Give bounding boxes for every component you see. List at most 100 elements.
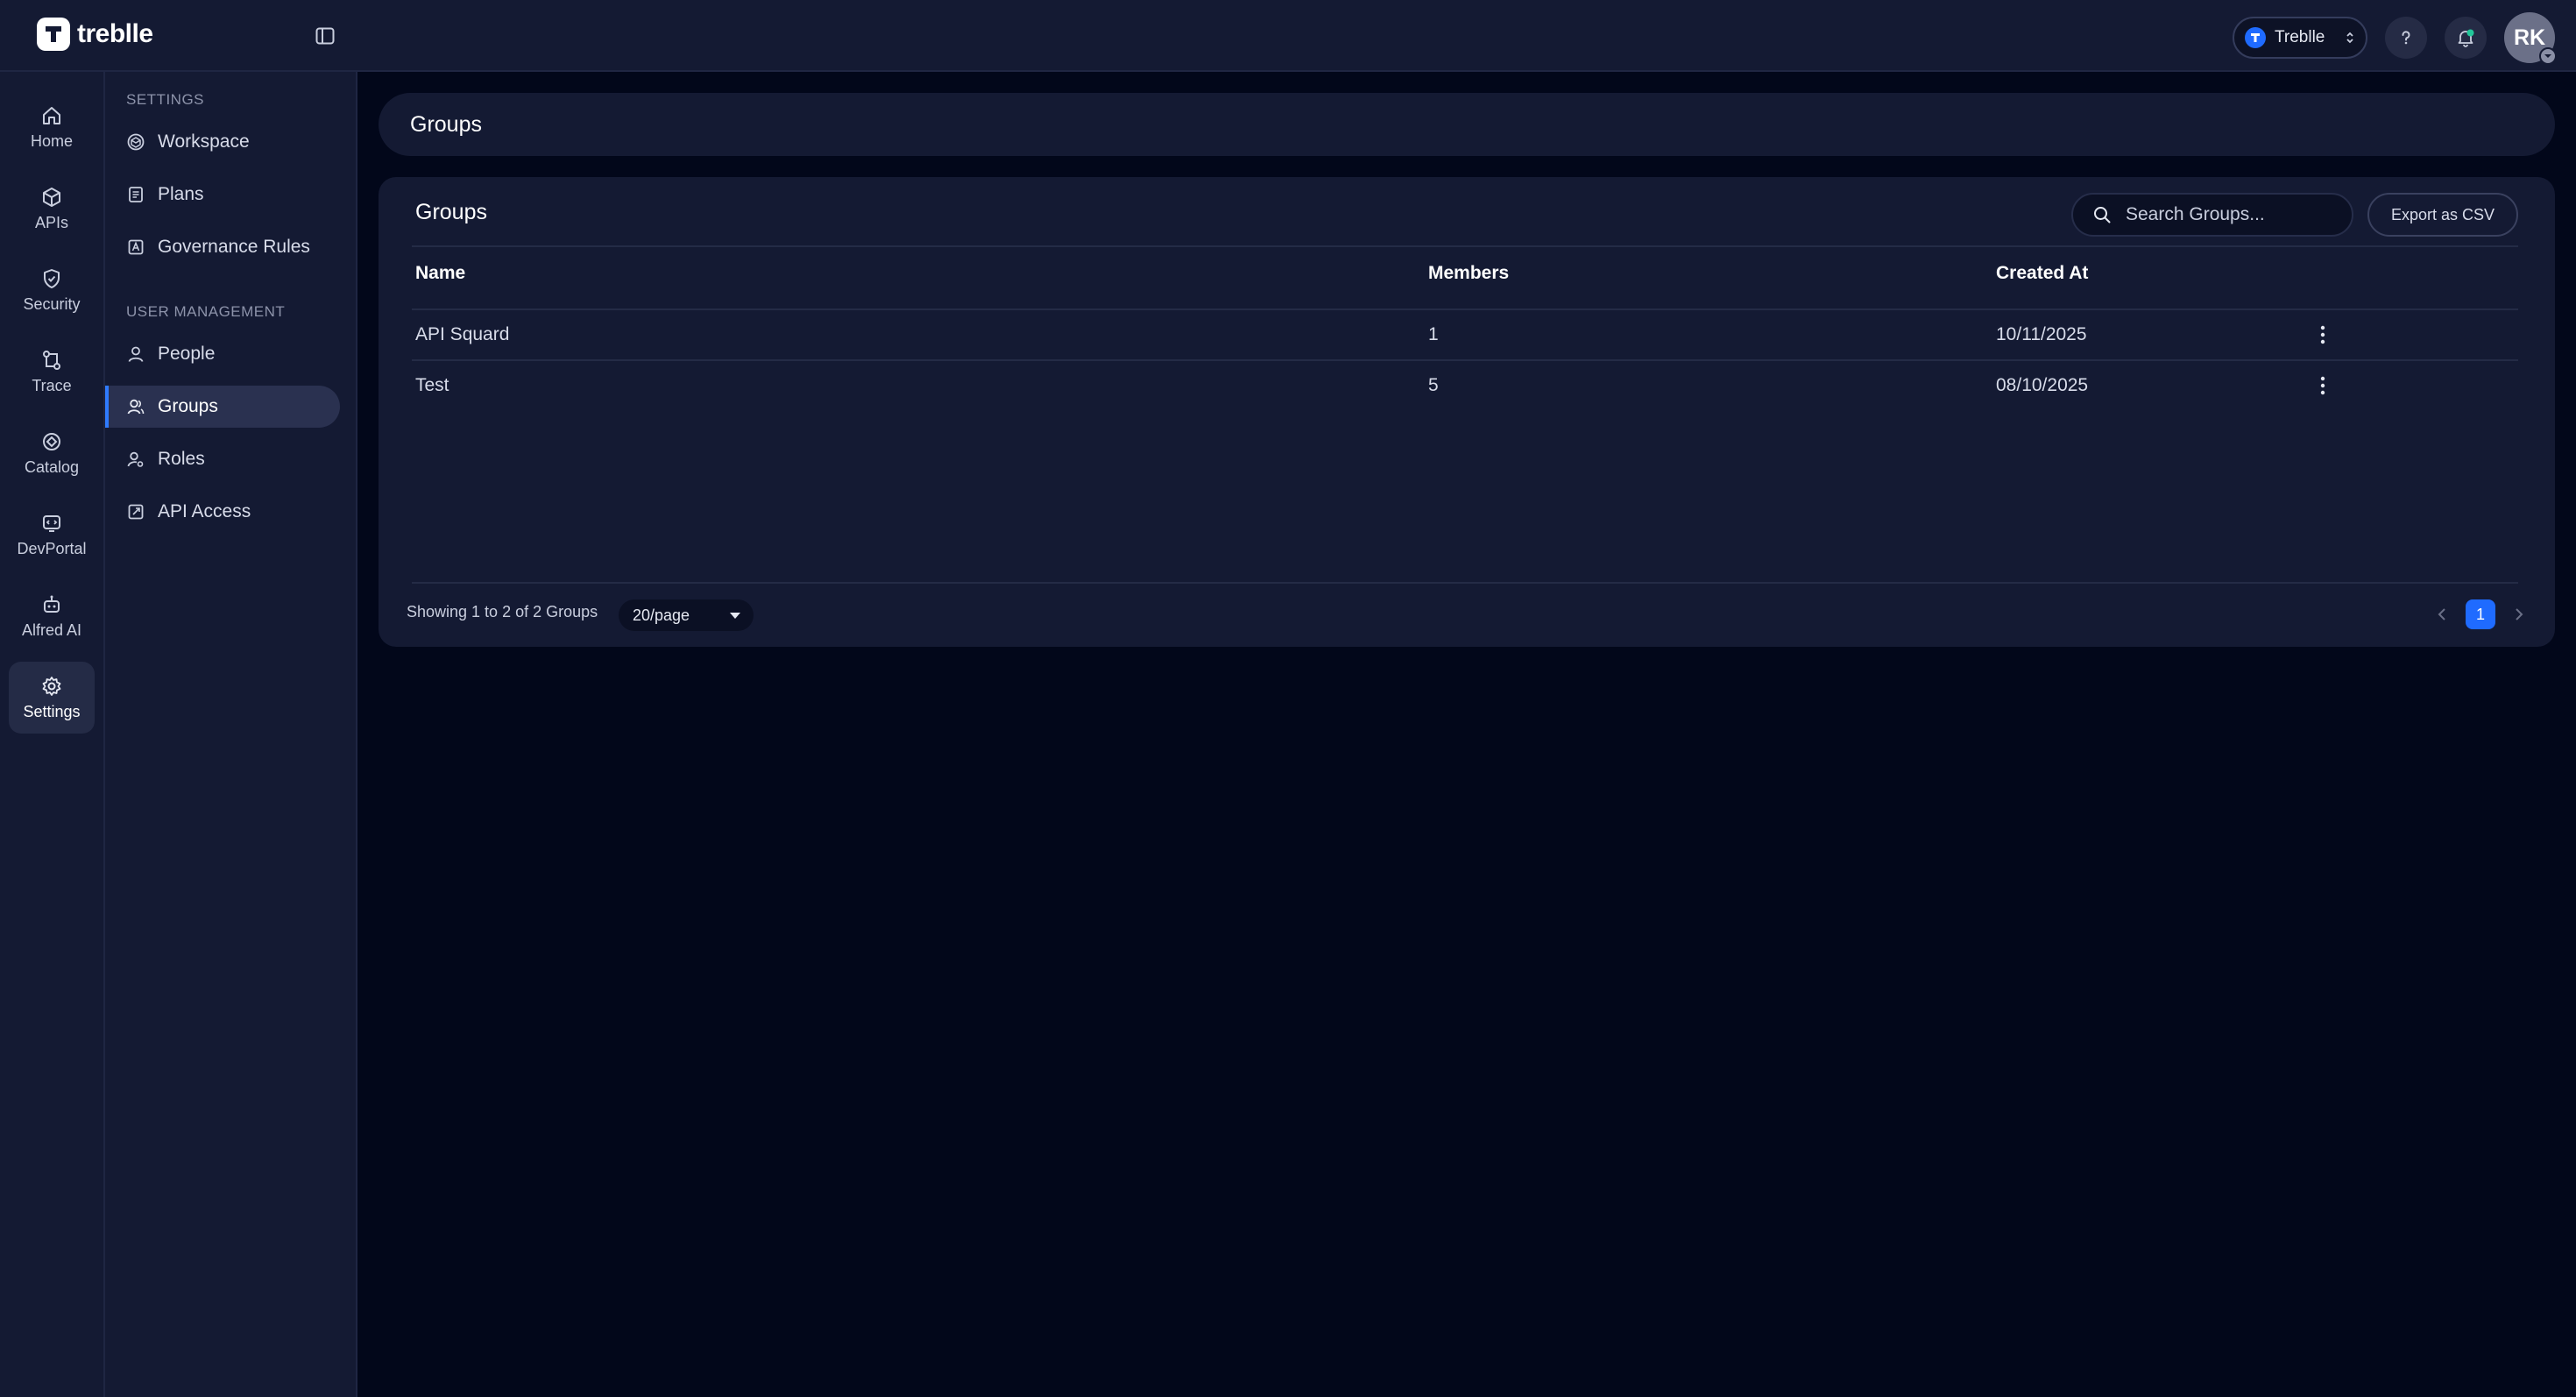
top-bar: treblle Treblle RK (0, 0, 2576, 72)
previous-page-button[interactable] (2436, 605, 2448, 624)
nav-item-governance-rules[interactable]: Governance Rules (105, 226, 340, 268)
column-header-created-at: Created At (1996, 263, 2089, 283)
nav-item-groups[interactable]: Groups (105, 386, 340, 428)
cell-name: Test (415, 375, 449, 395)
home-icon (43, 106, 60, 124)
avatar-initials: RK (2513, 25, 2546, 50)
cube-icon (43, 187, 60, 207)
caret-down-icon (729, 612, 741, 620)
settings-nav: SETTINGS Workspace Plans Governance Rule… (105, 72, 357, 1397)
rail-label: Home (30, 131, 73, 150)
plans-icon (129, 187, 143, 202)
chevron-left-icon (2438, 608, 2445, 620)
nav-item-label: Plans (158, 184, 204, 204)
bell-icon (2458, 29, 2474, 47)
nav-item-label: Roles (158, 449, 205, 469)
cell-members: 5 (1428, 375, 1439, 395)
primary-rail: Home APIs Security Trace Catalog DevPort… (0, 72, 105, 1397)
page-size-value: 20/page (633, 606, 690, 624)
search-box[interactable] (2071, 193, 2353, 237)
divider (412, 582, 2518, 584)
page-title: Groups (410, 111, 482, 137)
rail-label: Security (23, 294, 81, 313)
workspace-name: Treblle (2275, 28, 2325, 46)
nav-item-plans[interactable]: Plans (105, 174, 340, 216)
top-actions: Treblle RK (2233, 12, 2557, 65)
help-button[interactable] (2385, 17, 2427, 59)
rail-item-apis[interactable]: APIs (9, 173, 95, 245)
nav-item-label: Governance Rules (158, 237, 310, 257)
column-header-name: Name (415, 263, 466, 283)
rail-label: Alfred AI (21, 620, 82, 639)
row-actions-button[interactable] (2310, 321, 2336, 349)
rail-item-catalog[interactable]: Catalog (9, 417, 95, 489)
table-row[interactable]: API Squard 1 10/11/2025 (412, 310, 2518, 359)
shield-icon (44, 268, 60, 288)
rail-label: APIs (34, 213, 68, 231)
trace-icon (43, 350, 60, 370)
row-actions-button[interactable] (2310, 372, 2336, 400)
cell-members: 1 (1428, 324, 1439, 344)
cell-created-at: 10/11/2025 (1996, 324, 2087, 344)
person-icon (128, 346, 144, 362)
devportal-icon (43, 514, 60, 532)
brand-name: treblle (77, 19, 153, 48)
sidebar-toggle-icon (315, 27, 335, 45)
chevron-right-icon (2516, 608, 2523, 620)
gear-icon (42, 676, 61, 696)
workspace-icon (127, 133, 145, 151)
api-access-icon (128, 504, 144, 520)
rail-label: Catalog (24, 457, 80, 476)
rail-item-devportal[interactable]: DevPortal (9, 499, 95, 571)
export-csv-button[interactable]: Export as CSV (2367, 193, 2518, 237)
chevron-updown-icon (2345, 30, 2355, 46)
help-icon (2402, 31, 2410, 45)
nav-item-label: People (158, 344, 216, 364)
rail-item-security[interactable]: Security (9, 254, 95, 326)
next-page-button[interactable] (2513, 605, 2525, 624)
nav-item-api-access[interactable]: API Access (105, 491, 340, 533)
rail-label: Trace (32, 376, 72, 394)
nav-item-workspace[interactable]: Workspace (105, 121, 340, 163)
roles-icon (127, 451, 144, 467)
section-title-settings: SETTINGS (126, 91, 205, 108)
more-vertical-icon (2320, 325, 2325, 344)
pagination-summary: Showing 1 to 2 of 2 Groups (407, 603, 598, 620)
governance-icon (128, 239, 144, 255)
card-title: Groups (415, 200, 487, 224)
rail-item-settings[interactable]: Settings (9, 662, 95, 734)
groups-card: Groups Export as CSV Name Members Create… (379, 177, 2555, 647)
robot-icon (44, 595, 60, 613)
page-button-current[interactable]: 1 (2466, 599, 2495, 629)
divider (412, 245, 2518, 247)
catalog-icon (43, 432, 60, 450)
column-header-members: Members (1428, 263, 1510, 283)
sidebar-toggle-button[interactable] (312, 23, 338, 49)
notifications-button[interactable] (2445, 17, 2487, 59)
nav-item-label: Workspace (158, 131, 250, 152)
section-title-user-management: USER MANAGEMENT (126, 303, 286, 320)
rail-item-trace[interactable]: Trace (9, 336, 95, 408)
cell-name: API Squard (415, 324, 510, 344)
search-input[interactable] (2124, 203, 2334, 226)
rail-item-alfred-ai[interactable]: Alfred AI (9, 580, 95, 652)
pagination: 1 (2436, 599, 2525, 629)
table-row[interactable]: Test 5 08/10/2025 (412, 361, 2518, 410)
rail-label: Settings (23, 702, 81, 720)
chevron-down-icon (2539, 47, 2557, 65)
group-icon (127, 399, 145, 415)
workspace-switcher[interactable]: Treblle (2233, 17, 2367, 59)
brand-logo[interactable]: treblle (37, 18, 153, 51)
page-size-select[interactable]: 20/page (619, 599, 754, 631)
search-icon (2094, 207, 2111, 223)
nav-item-roles[interactable]: Roles (105, 438, 340, 480)
nav-item-label: Groups (158, 396, 218, 416)
rail-label: DevPortal (17, 539, 87, 557)
more-vertical-icon (2320, 376, 2325, 395)
nav-item-label: API Access (158, 501, 251, 521)
user-avatar[interactable]: RK (2504, 12, 2557, 65)
nav-item-people[interactable]: People (105, 333, 340, 375)
cell-created-at: 08/10/2025 (1996, 375, 2089, 395)
treblle-logo-icon (37, 18, 70, 51)
rail-item-home[interactable]: Home (9, 91, 95, 163)
